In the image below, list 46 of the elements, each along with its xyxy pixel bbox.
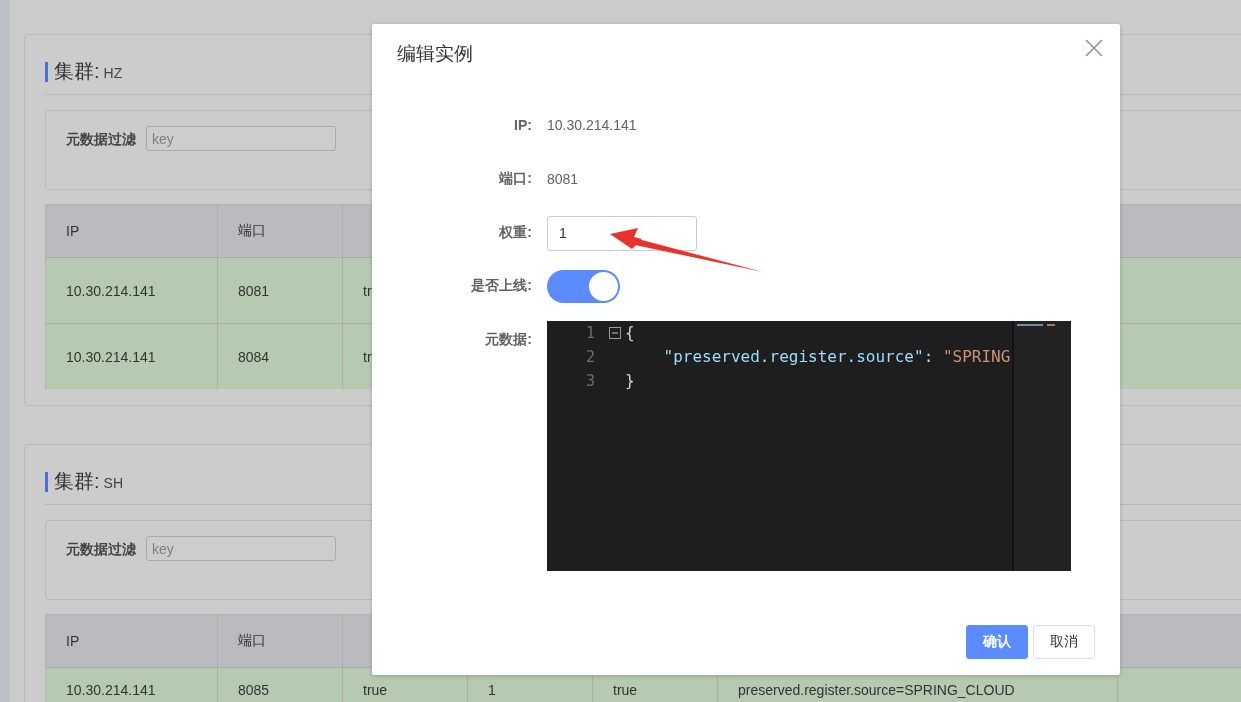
- table-cell: 8085: [238, 682, 270, 698]
- table-cell: true: [613, 682, 638, 698]
- close-icon[interactable]: [1085, 39, 1103, 57]
- field-value: 8081: [547, 171, 579, 187]
- table-cell: 8084: [238, 348, 270, 365]
- filter-field[interactable]: key: [146, 126, 336, 151]
- table-cell: 10.30.214.141: [66, 348, 156, 365]
- table-cell: 1: [488, 682, 496, 698]
- line-number: 1: [584, 323, 595, 344]
- filter-field[interactable]: key: [146, 536, 336, 561]
- field-label: 权重:: [498, 224, 532, 242]
- column-header: IP: [66, 633, 80, 649]
- field-label: 端口:: [498, 170, 532, 188]
- code-editor[interactable]: 1 2 3 { "preserved.register.source": "SPRING }: [547, 321, 1071, 571]
- field-label: 元数据:: [484, 331, 532, 349]
- accent-bar: [45, 471, 48, 492]
- column-header: 端口: [238, 632, 266, 650]
- code-line: }: [625, 370, 636, 392]
- table-cell: tr: [363, 282, 372, 299]
- filter-label: 元数据过滤: [66, 130, 136, 149]
- cluster-name: HZ: [103, 64, 123, 81]
- field-label: 是否上线:: [470, 277, 532, 295]
- table-cell: 8081: [238, 282, 270, 299]
- collapse-icon[interactable]: [609, 327, 621, 339]
- table-cell: 10.30.214.141: [66, 682, 156, 698]
- field-value: 10.30.214.141: [547, 117, 637, 133]
- line-number: 2: [584, 347, 595, 368]
- field-label: IP:: [513, 117, 532, 133]
- column-header: IP: [66, 223, 80, 239]
- weight-field[interactable]: 1: [547, 215, 697, 251]
- table-cell: preserved.register.source=SPRING_CLOUD: [738, 682, 1015, 698]
- cancel-button[interactable]: 取消: [1033, 625, 1095, 659]
- code-line: "preserved.register.source": "SPRING: [662, 346, 1012, 368]
- accent-bar: [45, 61, 48, 82]
- cluster-name: SH: [103, 474, 123, 491]
- table-cell: tr: [363, 348, 372, 365]
- dialog-title: 编辑实例: [397, 42, 473, 66]
- table-cell: 10.30.214.141: [66, 282, 156, 299]
- filter-label: 元数据过滤: [66, 540, 136, 559]
- table-cell: true: [363, 682, 388, 698]
- column-header: 端口: [238, 222, 266, 240]
- code-line: {: [625, 322, 636, 344]
- line-number: 3: [584, 371, 595, 392]
- cluster-label: 集群:: [54, 59, 100, 84]
- cluster-label: 集群:: [54, 469, 100, 494]
- online-switch[interactable]: [547, 269, 620, 303]
